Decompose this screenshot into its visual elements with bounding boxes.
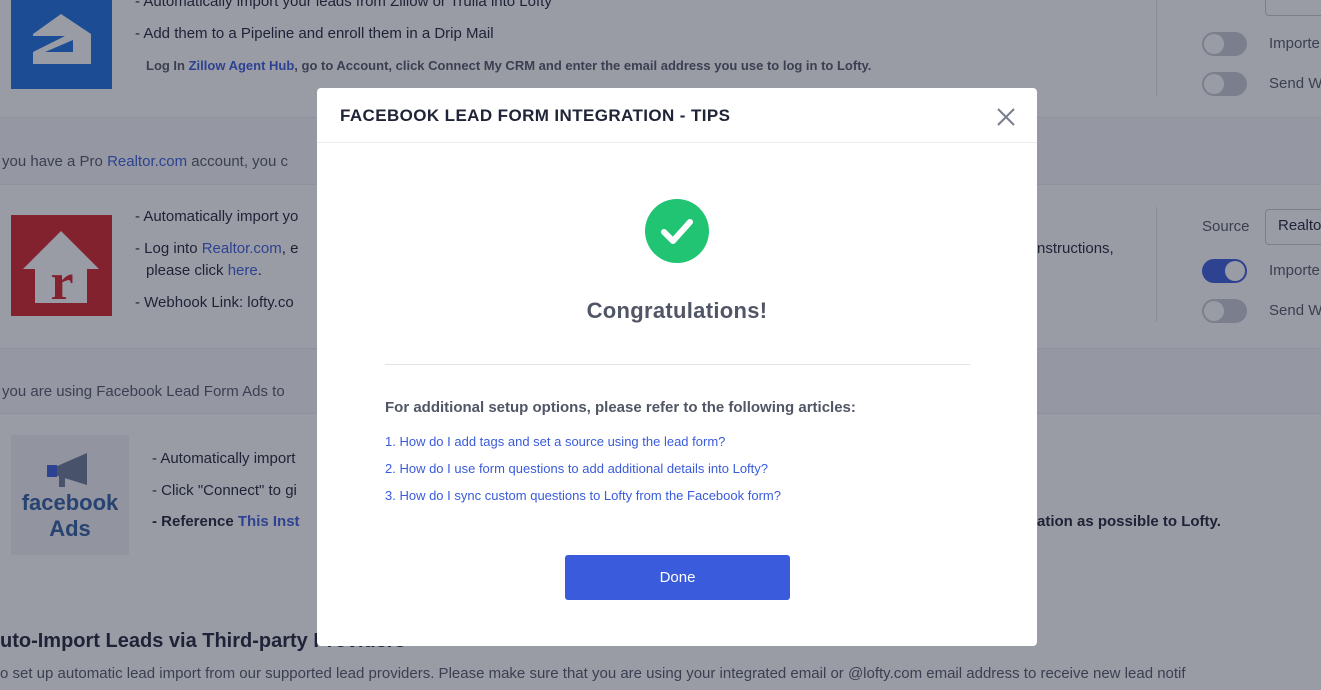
dialog-title: FACEBOOK LEAD FORM INTEGRATION - TIPS (340, 106, 731, 125)
close-icon[interactable] (994, 105, 1018, 129)
dialog-header: FACEBOOK LEAD FORM INTEGRATION - TIPS (317, 88, 1037, 143)
facebook-tips-dialog: FACEBOOK LEAD FORM INTEGRATION - TIPS Co… (317, 88, 1037, 646)
congratulations-heading: Congratulations! (586, 298, 768, 323)
done-button[interactable]: Done (565, 555, 790, 600)
articles-intro: For additional setup options, please ref… (385, 399, 856, 416)
article-link-custom-questions[interactable]: 3. How do I sync custom questions to Lof… (385, 488, 781, 503)
dialog-divider (385, 364, 970, 365)
article-link-tags[interactable]: 1. How do I add tags and set a source us… (385, 434, 725, 449)
article-link-form-questions[interactable]: 2. How do I use form questions to add ad… (385, 461, 768, 476)
check-icon (645, 199, 709, 263)
